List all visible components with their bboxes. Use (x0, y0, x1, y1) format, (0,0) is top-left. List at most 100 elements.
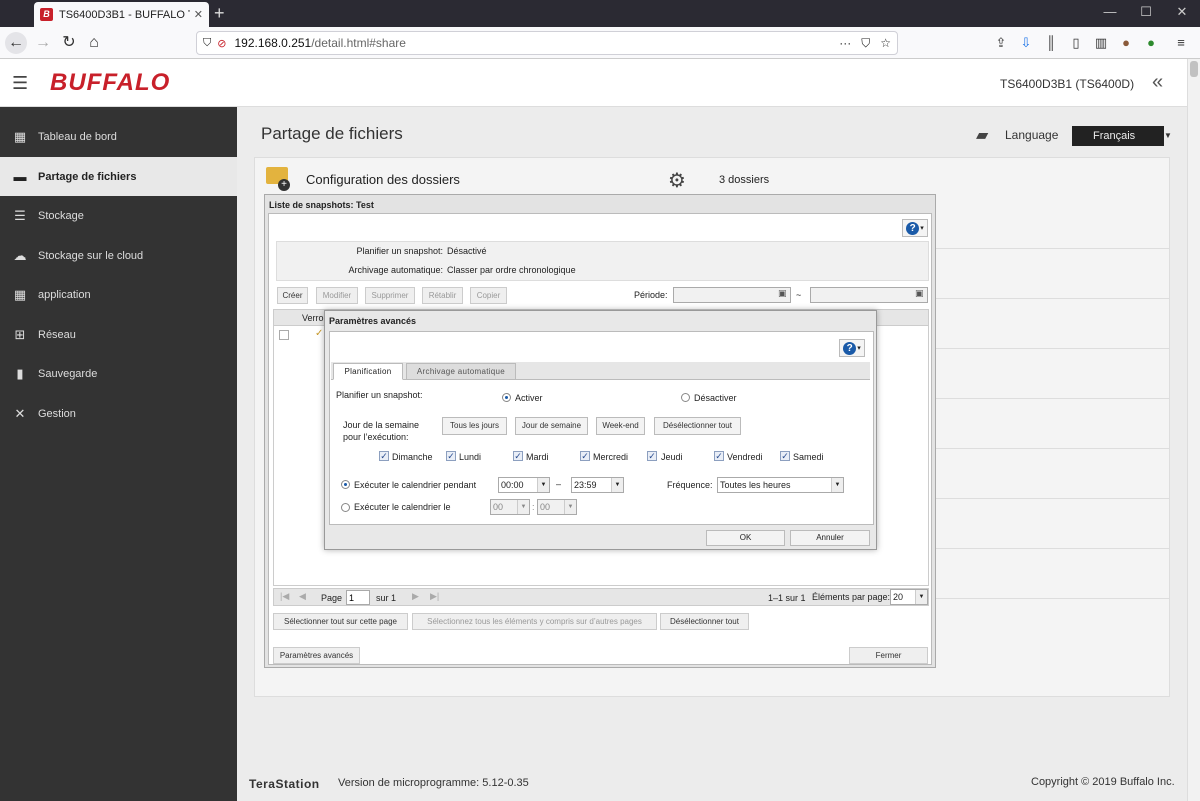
deselect-all-button[interactable]: Désélectionner tout (660, 613, 749, 630)
period-start-input[interactable] (673, 287, 791, 303)
adv-plan-label: Planifier un snapshot: (336, 390, 423, 400)
sidebar-item-management[interactable]: ✕ Gestion (0, 394, 237, 433)
sidebar-item-network[interactable]: ⊞ Réseau (0, 315, 237, 354)
forward-icon[interactable]: → (32, 32, 54, 54)
sidebar-item-application[interactable]: ▦ application (0, 275, 237, 314)
more-icon[interactable]: ··· (839, 36, 851, 50)
close-button[interactable]: Fermer (849, 647, 928, 664)
day-checkbox-tuesday[interactable]: ✓ (513, 451, 523, 461)
day-label: Samedi (793, 452, 824, 462)
time-dash: – (556, 479, 562, 489)
copy-button[interactable]: Copier (470, 287, 507, 304)
sidebar-item-file-sharing[interactable]: ▬ Partage de fichiers (0, 157, 237, 196)
prev-page-icon[interactable]: ◀ (299, 591, 306, 602)
sidebar-toggle-icon[interactable]: ▯ (1067, 34, 1085, 52)
weekdays-button[interactable]: Jour de semaine (515, 417, 588, 435)
period-end-input[interactable] (810, 287, 928, 303)
menu-icon[interactable]: ≡ (1172, 34, 1190, 52)
select-all-button[interactable]: Sélectionnez tous les éléments y compris… (412, 613, 657, 630)
shield-icon[interactable]: ⛉ (203, 37, 211, 50)
modify-button[interactable]: Modifier (316, 287, 358, 304)
scrollbar[interactable] (1187, 59, 1200, 801)
divider (934, 448, 1170, 449)
first-page-icon[interactable]: |◀ (280, 591, 289, 602)
sidebar-item-cloud[interactable]: ☁ Stockage sur le cloud (0, 236, 237, 275)
sidebar-item-backup[interactable]: ▮ Sauvegarde (0, 354, 237, 393)
deselect-days-button[interactable]: Désélectionner tout (654, 417, 741, 435)
minimize-icon[interactable]: — (1100, 4, 1120, 19)
day-checkbox-thursday[interactable]: ✓ (647, 451, 657, 461)
calendar-icon[interactable]: ▣ (915, 288, 924, 299)
back-icon[interactable]: ← (5, 32, 27, 54)
extension-icon[interactable]: ▥ (1092, 34, 1110, 52)
bookmark-star-icon[interactable]: ☆ (880, 36, 891, 50)
restore-button[interactable]: Rétablir (422, 287, 463, 304)
start-time-value: 00:00 (501, 480, 524, 490)
library-icon[interactable]: ║ (1042, 34, 1060, 52)
browser-tab[interactable]: B TS6400D3B1 - BUFFALO TeraSt ✕ (34, 2, 209, 27)
sidebar-item-dashboard[interactable]: ▦ Tableau de bord (0, 117, 237, 156)
help-button[interactable]: ? ▾ (839, 339, 865, 357)
hour-select[interactable]: 00 ▼ (490, 499, 530, 515)
chevron-down-icon: ▾ (857, 345, 861, 352)
reload-icon[interactable]: ↻ (58, 32, 80, 54)
disable-radio[interactable] (681, 393, 690, 402)
weekend-button[interactable]: Week-end (596, 417, 645, 435)
per-page-select[interactable]: 20 ▼ (890, 589, 928, 605)
pocket-icon[interactable]: ⛉ (861, 36, 870, 51)
gear-icon[interactable]: ⚙ (668, 168, 686, 193)
chevron-down-icon[interactable]: ▼ (1164, 126, 1174, 146)
help-button[interactable]: ? ▾ (902, 219, 928, 237)
close-window-icon[interactable]: ✕ (1172, 4, 1192, 20)
addon-icon[interactable]: ● (1142, 34, 1160, 52)
page-input[interactable] (346, 590, 370, 605)
ok-button[interactable]: OK (706, 530, 785, 546)
insecure-lock-icon[interactable]: ⊘ (217, 37, 226, 50)
day-checkbox-friday[interactable]: ✓ (714, 451, 724, 461)
chevron-down-icon: ▾ (920, 225, 924, 232)
download-icon[interactable]: ⇩ (1017, 34, 1035, 52)
hour-value: 00 (493, 502, 504, 512)
run-during-radio[interactable] (341, 480, 350, 489)
add-icon[interactable]: + (278, 179, 290, 191)
tab-archivage[interactable]: Archivage automatique (406, 363, 516, 380)
language-select[interactable]: Français (1072, 126, 1164, 146)
new-tab-icon[interactable]: + (214, 3, 225, 23)
close-tab-icon[interactable]: ✕ (194, 8, 203, 21)
last-page-icon[interactable]: ▶| (430, 591, 439, 602)
maximize-icon[interactable]: ☐ (1136, 4, 1156, 20)
reader-icon[interactable]: ⇪ (992, 34, 1010, 52)
url-bar[interactable]: ⛉ ⊘ 192.168.0.251/detail.html#share ··· … (196, 31, 898, 55)
select-page-button[interactable]: Sélectionner tout sur cette page (273, 613, 408, 630)
day-label: Lundi (459, 452, 482, 462)
chevron-down-icon: ▼ (611, 478, 623, 492)
collapse-icon[interactable]: « (1152, 71, 1163, 94)
end-time-select[interactable]: 23:59 ▼ (571, 477, 624, 493)
minute-select[interactable]: 00 ▼ (537, 499, 577, 515)
sidebar-item-label: Gestion (38, 407, 76, 420)
delete-button[interactable]: Supprimer (365, 287, 415, 304)
every-day-button[interactable]: Tous les jours (442, 417, 507, 435)
start-time-select[interactable]: 00:00 ▼ (498, 477, 550, 493)
day-checkbox-sunday[interactable]: ✓ (379, 451, 389, 461)
frequency-select[interactable]: Toutes les heures ▼ (717, 477, 844, 493)
day-checkbox-wednesday[interactable]: ✓ (580, 451, 590, 461)
enable-radio[interactable] (502, 393, 511, 402)
cancel-button[interactable]: Annuler (790, 530, 870, 546)
tab-planification[interactable]: Planification (333, 363, 403, 380)
folder-icon: ▬ (13, 168, 27, 184)
create-button[interactable]: Créer (277, 287, 308, 304)
profile-icon[interactable]: ● (1117, 34, 1135, 52)
next-page-icon[interactable]: ▶ (412, 591, 419, 602)
run-at-radio[interactable] (341, 503, 350, 512)
hamburger-icon[interactable]: ☰ (12, 73, 28, 94)
home-icon[interactable]: ⌂ (83, 32, 105, 54)
advanced-settings-button[interactable]: Paramètres avancés (273, 647, 360, 664)
calendar-icon[interactable]: ▣ (778, 288, 787, 299)
row-checkbox[interactable] (279, 330, 289, 340)
period-label: Période: (634, 290, 668, 300)
chevron-down-icon: ▼ (517, 500, 529, 514)
day-checkbox-monday[interactable]: ✓ (446, 451, 456, 461)
day-checkbox-saturday[interactable]: ✓ (780, 451, 790, 461)
sidebar-item-storage[interactable]: ☰ Stockage (0, 196, 237, 235)
